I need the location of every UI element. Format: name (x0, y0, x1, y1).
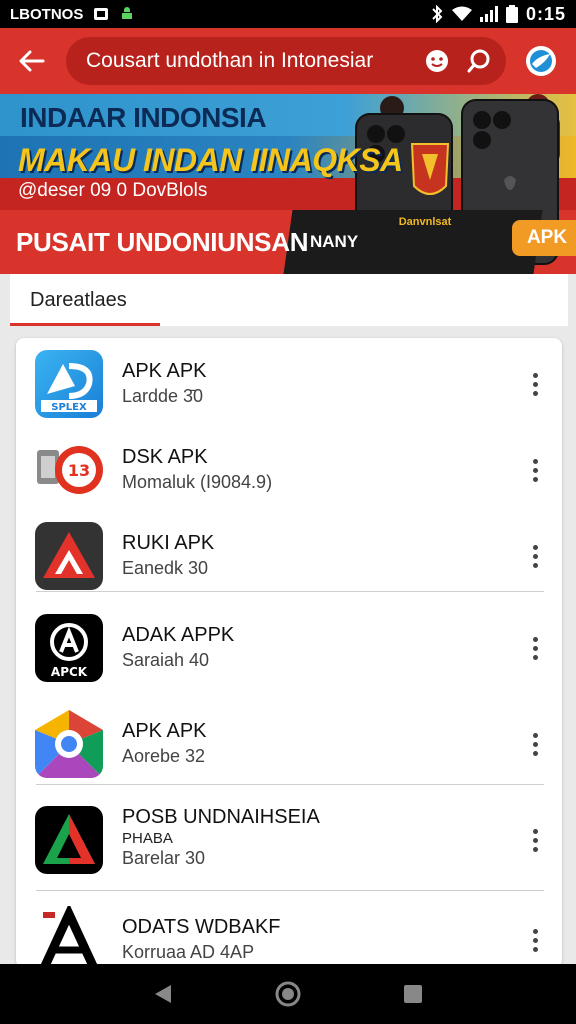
divider (36, 784, 544, 785)
black-a-logo-icon (35, 906, 103, 968)
list-item[interactable]: RUKI APK Eanedk 30 (16, 510, 562, 596)
more-options-button[interactable] (524, 628, 546, 668)
banner-title: PUSAIT UNDONIUNSAN (16, 227, 309, 257)
search-query-text[interactable]: Cousart undothan in Intonesiar (86, 49, 412, 73)
tab-downloads[interactable]: Dareatlaes (10, 274, 160, 326)
more-options-button[interactable] (524, 920, 546, 960)
android-icon (119, 6, 135, 22)
apck-logo-icon: APCK (35, 614, 103, 682)
more-options-button[interactable] (524, 820, 546, 860)
app-title: ODATS WDBAKF (122, 916, 281, 938)
nav-home-button[interactable] (266, 972, 310, 1016)
back-button[interactable] (12, 41, 52, 81)
search-button[interactable] (462, 44, 496, 78)
apk-button[interactable]: APK (512, 220, 576, 256)
list-item[interactable]: SPLEX APK APK Lardde 3̄0 (16, 338, 562, 424)
active-tab-indicator (10, 323, 160, 326)
recents-nav-icon (404, 985, 423, 1003)
list-item[interactable]: 13 DSK APK Momaluk (I9084.9) (16, 424, 562, 510)
app-subtitle: Eanedk 30 (122, 558, 209, 578)
list-item[interactable]: ODATS WDBAKF Korruaa AD 4AP (16, 894, 562, 968)
banner-tagline: @deser 09 0 DovBlols (18, 180, 208, 201)
promo-banner[interactable]: INDAAR INDONSIA MAKAU INDAN IINAQKSA @de… (0, 94, 576, 274)
app-title: APK APK (122, 360, 207, 382)
dsk-bundle-icon: 13 (35, 436, 103, 504)
svg-text:SPLEX: SPLEX (51, 402, 87, 413)
notification-icon (93, 6, 109, 22)
status-bar: LBOTNOS 0:15 (0, 0, 576, 28)
svg-text:APCK: APCK (51, 665, 88, 679)
search-icon (467, 49, 490, 73)
app-title: RUKI APK (122, 532, 215, 554)
app-title: ADAK APPK (122, 624, 235, 646)
face-icon (426, 50, 448, 72)
app-subtitle: Aorebe 32 (122, 746, 206, 766)
red-triangle-logo-icon (35, 522, 103, 590)
more-options-button[interactable] (524, 536, 546, 576)
list-item[interactable]: POSB UNDNAIHSEIA PHABA Barelar 30 (16, 794, 562, 890)
app-subtitle-secondary: PHABA (122, 830, 173, 847)
banner-panel-text: NANY (310, 232, 359, 251)
list-item[interactable]: APCK ADAK APPK Saraiah 40 (16, 602, 562, 688)
more-options-button[interactable] (524, 364, 546, 404)
more-options-button[interactable] (524, 450, 546, 490)
bluetooth-icon (430, 5, 444, 23)
back-arrow-icon (19, 50, 45, 72)
banner-headline: INDAAR INDONSIA (20, 102, 267, 133)
colorful-chat-logo-icon (35, 710, 103, 778)
nav-recents-button[interactable] (391, 972, 435, 1016)
search-field[interactable]: Cousart undothan in Intonesiar (66, 37, 506, 85)
home-nav-icon (275, 981, 301, 1007)
more-options-button[interactable] (524, 724, 546, 764)
nav-back-button[interactable] (141, 972, 185, 1016)
clock: 0:15 (525, 3, 566, 24)
app-subtitle: Korruaa AD 4AP (122, 942, 255, 962)
app-subtitle: Saraiah 40 (122, 650, 210, 670)
banner-promo-text: Danvnlsat (398, 216, 452, 228)
app-subtitle: Lardde 3̄0 (122, 386, 204, 406)
divider (36, 591, 544, 592)
globe-button[interactable] (522, 42, 560, 80)
carrier-label: LBOTNOS (10, 5, 84, 23)
signal-icon (479, 6, 498, 22)
banner-subheadline: MAKAU INDAN IINAQKSA (18, 142, 403, 178)
apk-splex-logo-icon: SPLEX (35, 350, 103, 418)
app-list: SPLEX APK APK Lardde 3̄0 13 DSK APK Moma… (16, 338, 562, 968)
battery-icon (505, 5, 518, 23)
back-nav-icon (154, 985, 171, 1003)
svg-text:13: 13 (68, 461, 90, 480)
top-app-bar: Cousart undothan in Intonesiar (0, 28, 576, 94)
wifi-icon (451, 6, 472, 22)
divider (36, 890, 544, 891)
app-title: DSK APK (122, 446, 208, 468)
app-subtitle: Momaluk (I9084.9) (122, 472, 273, 492)
face-button[interactable] (420, 44, 454, 78)
green-triangle-logo-icon (35, 806, 103, 874)
system-nav-bar (0, 964, 576, 1024)
tab-bar: Dareatlaes (10, 274, 568, 326)
app-title: POSB UNDNAIHSEIA (122, 806, 320, 828)
app-subtitle: Barelar 30 (122, 848, 206, 868)
app-title: APK APK (122, 720, 207, 742)
list-item[interactable]: APK APK Aorebe 32 (16, 698, 562, 784)
globe-icon (526, 46, 556, 76)
